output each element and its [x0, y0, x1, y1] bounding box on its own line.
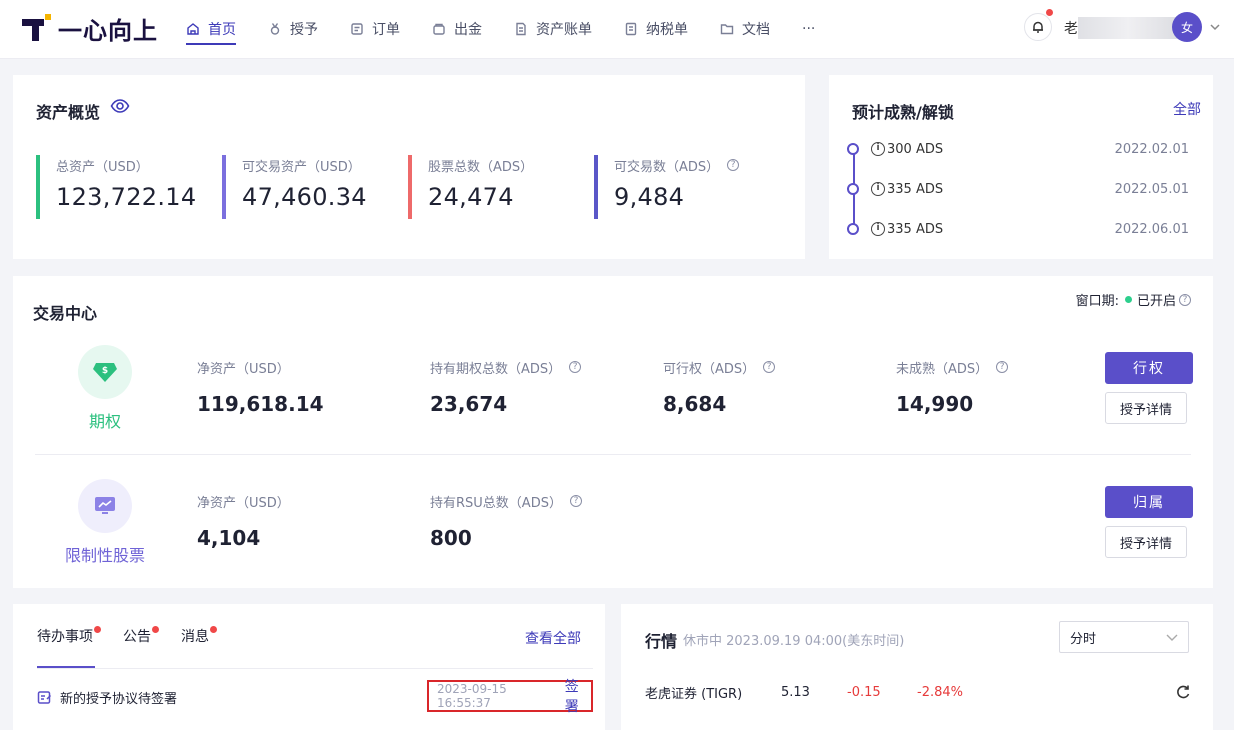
todo-view-all[interactable]: 查看全部 [525, 628, 581, 648]
home-icon [187, 23, 199, 35]
user-menu-chevron[interactable] [1209, 18, 1220, 31]
divider [35, 454, 1191, 455]
avatar[interactable]: 女 [1172, 12, 1202, 42]
monitor-chart-icon [95, 497, 115, 514]
rsu-product-name: 限制性股票 [64, 546, 145, 565]
todo-card: 待办事项 公告 消息 查看全部 新的授予协议待签署 2023-09-15 16:… [13, 604, 605, 730]
vest-button[interactable]: 归属 [1105, 486, 1193, 518]
rsu-net-assets: 净资产（USD） 4,104 [197, 495, 290, 551]
help-icon[interactable]: ? [996, 361, 1009, 373]
todo-item: 新的授予协议待签署 2023-09-15 16:55:37 签署 [37, 679, 593, 715]
nav-grant[interactable]: 授予 [268, 0, 318, 58]
timeline-dot [847, 223, 859, 235]
logo-mark-icon [20, 13, 52, 43]
refresh-button[interactable] [1175, 684, 1191, 700]
stat-total-shares: 股票总数（ADS） 24,474 [408, 155, 533, 219]
info-icon[interactable]: i [871, 182, 885, 196]
option-unvested: 未成熟（ADS）? 14,990 [896, 358, 1009, 416]
timeline-dot [847, 183, 859, 195]
rsu-total-held: 持有RSU总数（ADS）? 800 [430, 492, 582, 550]
rsu-product-icon [78, 479, 132, 533]
notification-bell[interactable] [1024, 9, 1053, 41]
option-grant-details-button[interactable]: 授予详情 [1105, 392, 1187, 424]
todo-tabs: 待办事项 公告 消息 [37, 604, 239, 668]
timeline-dot [847, 143, 859, 155]
stat-tradable-assets: 可交易资产（USD） 47,460.34 [222, 155, 367, 219]
tab-messages[interactable]: 消息 [181, 604, 217, 668]
option-product-icon: $ [78, 345, 132, 399]
market-title: 行情 [645, 632, 678, 651]
unlock-item: i 300 ADS 2022.02.01 [847, 139, 1189, 159]
trading-center-card: 交易中心 窗口期: 已开启 ? $ 期权 净资产（USD） 119,618.14… [13, 276, 1213, 588]
username-redacted [1078, 17, 1178, 39]
bill-icon [516, 22, 526, 36]
rsu-grant-details-button[interactable]: 授予详情 [1105, 526, 1187, 558]
chevron-down-icon [1166, 634, 1178, 641]
nav-asset-bill[interactable]: 资产账单 [514, 0, 592, 58]
option-net-assets: 净资产（USD） 119,618.14 [197, 361, 324, 417]
medal-icon [270, 23, 280, 35]
sign-button[interactable]: 签署 [565, 676, 591, 716]
help-icon[interactable]: ? [763, 361, 776, 373]
refresh-icon [1177, 685, 1190, 699]
svg-text:$: $ [102, 366, 108, 376]
stat-total-assets: 总资产（USD） 123,722.14 [36, 155, 196, 219]
unlock-title: 预计成熟/解锁 [852, 103, 954, 122]
folder-icon [720, 24, 734, 35]
tax-doc-icon [625, 22, 637, 36]
todo-action-highlight: 2023-09-15 16:55:37 签署 [427, 679, 593, 715]
toggle-visibility[interactable] [110, 98, 130, 114]
order-icon [351, 23, 363, 35]
divider [37, 668, 593, 669]
unlock-item: i 335 ADS 2022.06.01 [847, 219, 1189, 239]
trading-window-status: 窗口期: 已开启 ? [1076, 290, 1191, 309]
asset-overview-title: 资产概览 [36, 103, 101, 122]
trading-center-title: 交易中心 [33, 304, 98, 323]
unread-dot [94, 626, 101, 633]
logo-text: 一心向上 [58, 16, 158, 45]
help-icon[interactable]: ? [569, 495, 582, 507]
unread-dot [210, 626, 217, 633]
help-icon[interactable]: ? [569, 361, 582, 373]
logo[interactable]: 一心向上 [20, 12, 158, 45]
top-header: 一心向上 首页 授予 订单 出金 资产账单 纳税单 文档 ··· 老 女 [0, 0, 1234, 59]
username[interactable]: 老 [1064, 18, 1078, 38]
quote-row: 老虎证券 (TIGR) 5.13 -0.15 -2.84% [645, 682, 1191, 702]
nav-more[interactable]: ··· [802, 0, 815, 58]
option-total-held: 持有期权总数（ADS）? 23,674 [430, 358, 582, 416]
unread-dot [152, 626, 159, 633]
help-icon[interactable]: ? [727, 159, 740, 171]
exercise-button[interactable]: 行权 [1105, 352, 1193, 384]
chevron-down-icon [1210, 24, 1220, 31]
unlock-item: i 335 ADS 2022.05.01 [847, 179, 1189, 199]
nav-docs[interactable]: 文档 [720, 0, 770, 58]
edit-doc-icon [37, 690, 52, 704]
bell-icon [1033, 21, 1043, 33]
option-exercisable: 可行权（ADS）? 8,684 [663, 358, 776, 416]
eye-icon [110, 99, 130, 113]
tab-announcements[interactable]: 公告 [123, 604, 159, 668]
asset-overview-card: 资产概览 总资产（USD） 123,722.14 可交易资产（USD） 47,4… [13, 75, 805, 259]
option-product-name: 期权 [88, 412, 121, 431]
market-card: 行情 休市中 2023.09.19 04:00(美东时间) 分时 老虎证券 (T… [621, 604, 1213, 730]
status-dot [1124, 296, 1132, 303]
unlock-schedule-card: 预计成熟/解锁 全部 i 300 ADS 2022.02.01 i 335 AD… [829, 75, 1213, 259]
market-status: 休市中 2023.09.19 04:00(美东时间) [683, 634, 905, 649]
main-nav: 首页 授予 订单 出金 资产账单 纳税单 文档 ··· [186, 0, 847, 58]
notification-dot [1046, 9, 1053, 16]
nav-withdraw[interactable]: 出金 [432, 0, 482, 58]
unlock-view-all[interactable]: 全部 [1173, 99, 1201, 119]
nav-home[interactable]: 首页 [186, 0, 236, 58]
info-icon[interactable]: i [871, 142, 885, 156]
nav-tax[interactable]: 纳税单 [624, 0, 688, 58]
help-icon[interactable]: ? [1179, 293, 1191, 306]
info-icon[interactable]: i [871, 222, 885, 236]
chart-period-select[interactable]: 分时 [1059, 621, 1189, 653]
tab-todo[interactable]: 待办事项 [37, 604, 101, 668]
stat-tradable-shares: 可交易数（ADS）? 9,484 [594, 155, 740, 219]
nav-orders[interactable]: 订单 [350, 0, 400, 58]
wallet-icon [433, 23, 445, 35]
diamond-dollar-icon: $ [93, 363, 117, 382]
